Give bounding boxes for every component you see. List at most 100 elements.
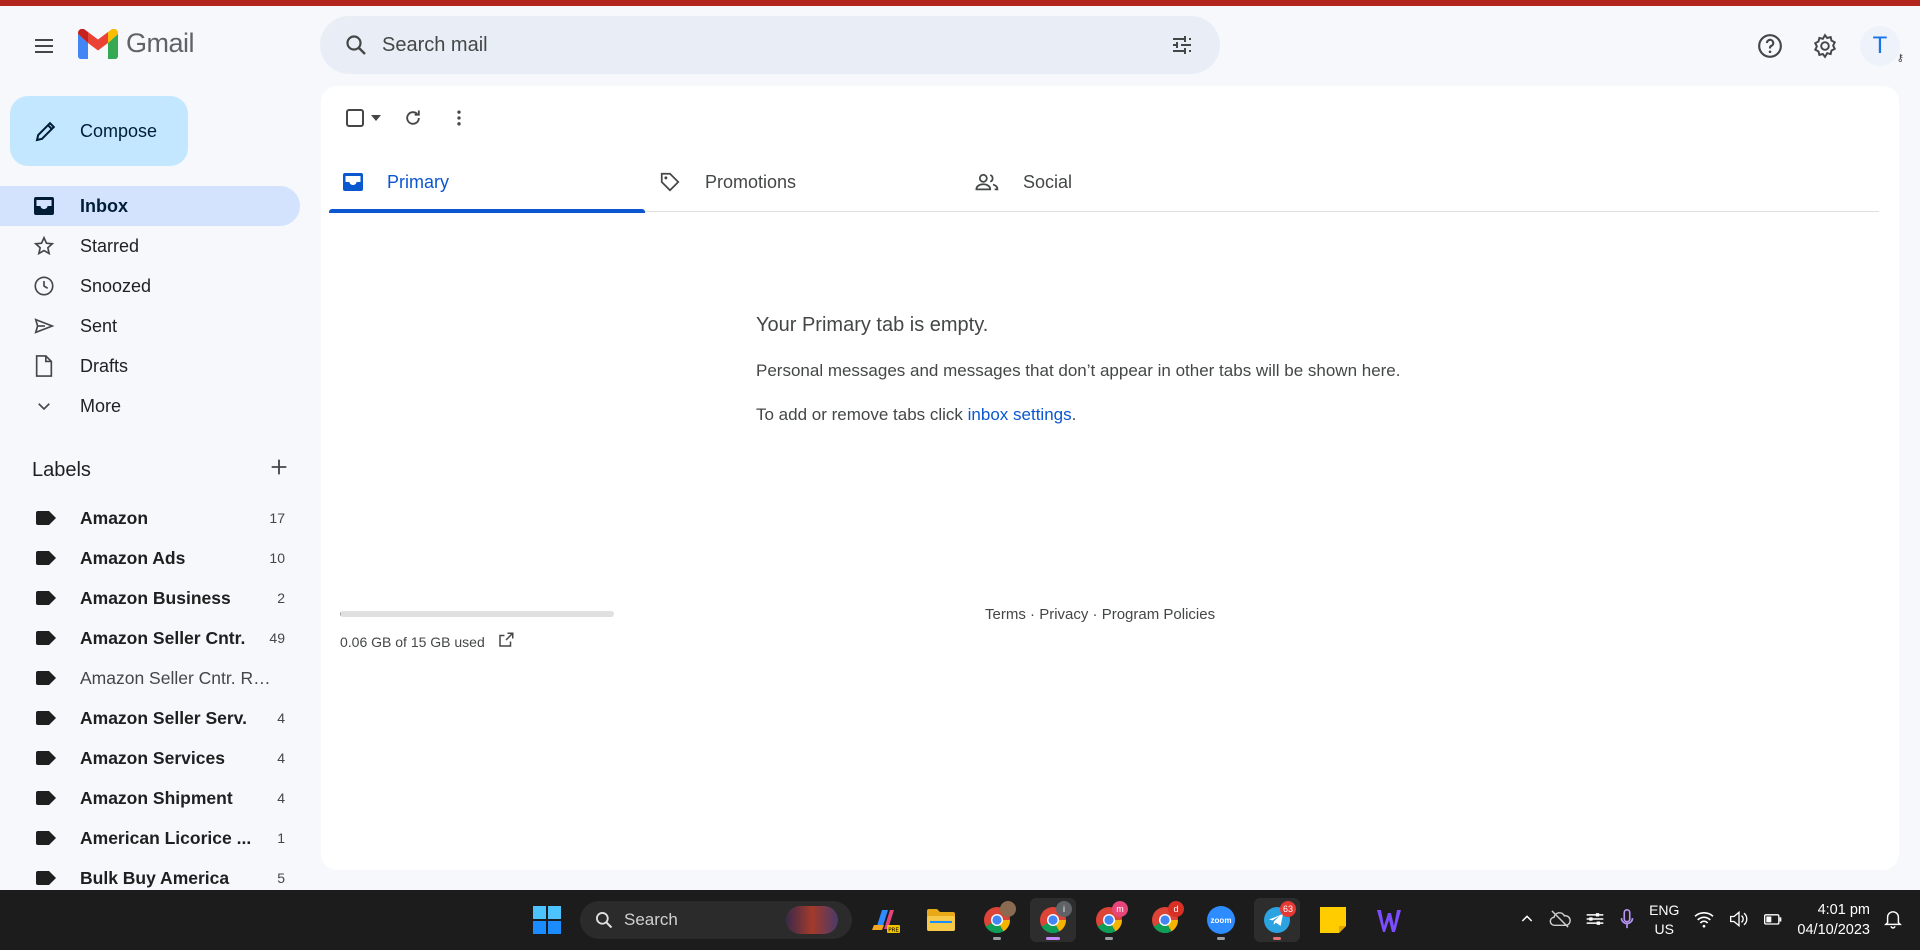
storage-text: 0.06 GB of 15 GB used	[340, 633, 485, 650]
controls-icon[interactable]	[1585, 910, 1605, 931]
search-options-icon[interactable]	[1162, 25, 1202, 65]
label-tag-icon	[36, 791, 56, 805]
empty-title: Your Primary tab is empty.	[756, 314, 989, 336]
label-count: 10	[269, 550, 285, 566]
running-indicator	[1105, 937, 1113, 940]
program-policies-link[interactable]: Program Policies	[1102, 606, 1215, 623]
search-bar[interactable]	[320, 16, 1220, 74]
open-external-icon[interactable]	[497, 631, 515, 652]
inbox-icon	[32, 194, 56, 218]
refresh-button[interactable]	[393, 98, 433, 138]
gmail-logo[interactable]: Gmail	[78, 28, 195, 59]
taskbar-search[interactable]: Search	[580, 901, 852, 939]
zoom-app[interactable]: zoom	[1198, 898, 1244, 942]
file-explorer-app[interactable]	[918, 898, 964, 942]
label-count: 4	[277, 750, 285, 766]
label-item[interactable]: Amazon Seller Cntr. Ref...	[0, 658, 300, 698]
send-icon	[32, 314, 56, 338]
help-icon[interactable]	[1750, 26, 1790, 66]
label-item[interactable]: Amazon Ads 10	[0, 538, 300, 578]
terms-link[interactable]: Terms	[985, 606, 1026, 623]
label-count: 17	[269, 510, 285, 526]
label-item[interactable]: American Licorice ... 1	[0, 818, 300, 858]
profile-avatar-badge	[1000, 901, 1016, 917]
main-menu-button[interactable]	[24, 26, 64, 66]
header-actions: T ⚷	[1750, 26, 1904, 66]
add-label-button[interactable]	[268, 456, 290, 484]
sticky-notes-app[interactable]	[1310, 898, 1356, 942]
label-item[interactable]: Amazon 17	[0, 498, 300, 538]
folder-icon	[927, 909, 955, 931]
more-actions-button[interactable]	[439, 98, 479, 138]
tab-primary[interactable]: Primary	[329, 152, 645, 213]
search-input[interactable]	[376, 33, 1162, 57]
account-avatar[interactable]: T ⚷	[1860, 26, 1904, 66]
clock-date: 04/10/2023	[1797, 922, 1870, 938]
w-app[interactable]	[1366, 898, 1412, 942]
gmail-wordmark: Gmail	[126, 28, 195, 58]
star-icon	[32, 234, 56, 258]
gmail-m-icon	[78, 28, 118, 59]
privacy-link[interactable]: Privacy	[1039, 606, 1088, 623]
empty-state: Your Primary tab is empty. Personal mess…	[756, 314, 1401, 449]
label-item[interactable]: Bulk Buy America 5	[0, 858, 300, 890]
pencil-icon	[35, 121, 56, 142]
footer-separator: ·	[1088, 606, 1102, 623]
nav-item-more[interactable]: More	[0, 386, 300, 426]
notifications-icon[interactable]	[1884, 909, 1902, 932]
empty-settings-hint: To add or remove tabs click inbox settin…	[756, 405, 1401, 425]
onedrive-offline-icon[interactable]	[1549, 909, 1571, 931]
search-highlight-image	[786, 906, 838, 934]
nav-item-snoozed[interactable]: Snoozed	[0, 266, 300, 306]
profile-badge: m	[1112, 901, 1128, 917]
label-item[interactable]: Amazon Services 4	[0, 738, 300, 778]
chrome-app-1[interactable]	[974, 898, 1020, 942]
label-name: Amazon Shipment	[80, 787, 233, 808]
labels-title: Labels	[32, 458, 91, 481]
select-all-checkbox[interactable]	[339, 98, 387, 138]
labels-header: Labels	[32, 456, 290, 484]
running-indicator	[1217, 937, 1225, 940]
nav-item-starred[interactable]: Starred	[0, 226, 300, 266]
battery-icon[interactable]	[1763, 910, 1783, 931]
clock[interactable]: 4:01 pm 04/10/2023	[1797, 900, 1870, 940]
tab-promotions[interactable]: Promotions	[645, 152, 961, 212]
hint-prefix: To add or remove tabs click	[756, 405, 968, 424]
nav-item-sent[interactable]: Sent	[0, 306, 300, 346]
draft-icon	[32, 354, 56, 378]
profile-badge: d	[1168, 901, 1184, 917]
running-indicator	[993, 937, 1001, 940]
compose-button[interactable]: Compose	[10, 96, 188, 166]
nav-item-inbox[interactable]: Inbox	[0, 186, 300, 226]
chevron-up-icon[interactable]	[1519, 911, 1535, 930]
chrome-app-4[interactable]: d	[1142, 898, 1188, 942]
nav-item-drafts[interactable]: Drafts	[0, 346, 300, 386]
settings-gear-icon[interactable]	[1805, 26, 1845, 66]
label-item[interactable]: Amazon Shipment 4	[0, 778, 300, 818]
label-item[interactable]: Amazon Seller Cntr. 49	[0, 618, 300, 658]
label-tag-icon	[36, 591, 56, 605]
nav-list: Inbox Starred Snoozed Sent Drafts More	[0, 186, 300, 426]
search-icon[interactable]	[336, 25, 376, 65]
clock-icon	[32, 274, 56, 298]
label-count: 2	[277, 590, 285, 606]
inbox-settings-link[interactable]: inbox settings	[968, 405, 1072, 424]
label-name: Amazon Services	[80, 747, 225, 768]
copilot-app[interactable]: PRE	[862, 898, 908, 942]
chrome-app-2[interactable]: i	[1030, 898, 1076, 942]
label-item[interactable]: Amazon Business 2	[0, 578, 300, 618]
wifi-icon[interactable]	[1693, 910, 1715, 931]
label-tag-icon	[36, 631, 56, 645]
label-count: 5	[277, 870, 285, 886]
label-item[interactable]: Amazon Seller Serv. 4	[0, 698, 300, 738]
label-name: Amazon	[80, 507, 149, 528]
language-indicator[interactable]: ENG US	[1649, 901, 1679, 939]
hamburger-icon	[35, 39, 53, 53]
microphone-icon[interactable]	[1619, 908, 1635, 933]
telegram-app[interactable]: 63	[1254, 898, 1300, 942]
volume-icon[interactable]	[1729, 910, 1749, 931]
start-button[interactable]	[524, 898, 570, 942]
tab-social[interactable]: Social	[961, 152, 1277, 212]
nav-label: Snoozed	[80, 275, 152, 296]
chrome-app-3[interactable]: m	[1086, 898, 1132, 942]
